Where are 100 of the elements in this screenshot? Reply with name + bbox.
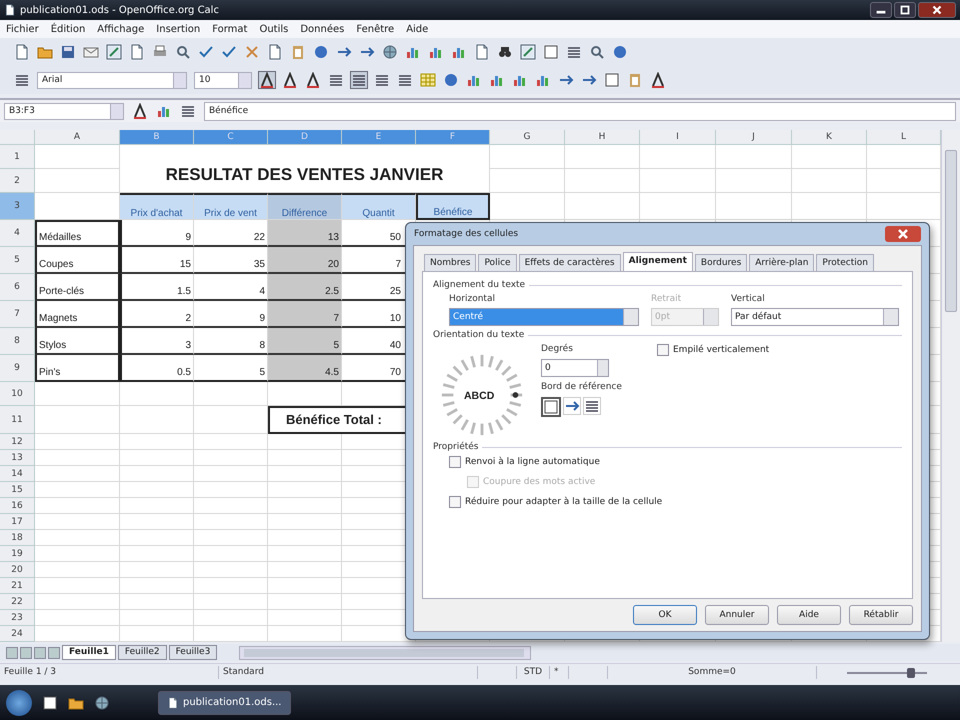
empty-cell[interactable] [268,514,342,530]
menu-item[interactable]: Outils [259,24,288,34]
dialog-tab[interactable]: Arrière-plan [749,254,814,271]
checkbox-label[interactable]: Empilé verticalement [673,345,770,355]
empty-cell[interactable] [268,466,342,482]
row-header[interactable]: 6 [0,274,35,301]
empty-cell[interactable] [792,193,867,220]
ok-button[interactable]: OK [633,605,697,625]
sheet-tab[interactable]: Feuille3 [168,645,218,660]
empty-cell[interactable] [490,169,565,193]
row-header[interactable]: 21 [0,578,35,594]
checkbox[interactable] [449,456,461,468]
column-header[interactable]: I [640,130,716,145]
empty-cell[interactable] [120,450,194,466]
empty-cell[interactable] [194,434,268,450]
row-header[interactable]: 9 [0,355,35,382]
row-header[interactable]: 4 [0,220,35,247]
menu-item[interactable]: Fenêtre [356,24,394,34]
menu-item[interactable]: Fichier [6,24,39,34]
checkbox[interactable] [449,496,461,508]
empty-cell[interactable] [268,498,342,514]
empty-cell[interactable] [194,514,268,530]
sheet-tab[interactable]: Feuille1 [62,645,116,660]
empty-cell[interactable] [120,546,194,562]
start-button[interactable] [6,690,32,716]
dialog-button[interactable]: Aide [777,605,841,625]
empty-cell[interactable] [268,610,342,626]
menu-item[interactable]: Données [300,24,344,34]
binoculars-icon[interactable] [497,44,513,60]
empty-cell[interactable] [120,610,194,626]
dialog-tab[interactable]: Police [478,254,517,271]
empty-cell[interactable] [716,193,792,220]
name-box[interactable]: B3:F3 [4,102,124,120]
column-header[interactable]: G [490,130,565,145]
empty-cell[interactable] [194,498,268,514]
empty-cell[interactable] [194,530,268,546]
empty-cell[interactable] [120,626,194,642]
empty-cell[interactable] [490,145,565,169]
sheet-tab[interactable]: Feuille2 [118,645,167,660]
font-size-field[interactable]: 10 [194,72,252,88]
vertical-scrollbar[interactable] [941,130,960,642]
row-header[interactable]: 8 [0,328,35,355]
empty-cell[interactable] [268,450,342,466]
check-icon[interactable] [221,44,237,60]
column-header[interactable]: K [792,130,867,145]
horizontal-scrollbar[interactable] [239,646,532,660]
empty-cell[interactable] [120,514,194,530]
empty-cell[interactable] [640,193,716,220]
column-header[interactable]: J [716,130,792,145]
empty-cell[interactable] [120,406,194,434]
row-header[interactable]: 18 [0,530,35,546]
empty-cell[interactable] [268,382,342,406]
row-header[interactable]: 12 [0,434,35,450]
maximize-icon[interactable] [894,2,916,18]
vertical-dropdown[interactable]: Par défaut [731,308,899,326]
empty-cell[interactable] [120,434,194,450]
dialog-button[interactable]: Annuler [705,605,769,625]
zoom-icon[interactable] [589,44,605,60]
dialog-tab[interactable]: Nombres [424,254,476,271]
empty-cell[interactable] [640,169,716,193]
dialog-button[interactable]: Rétablir [849,605,913,625]
menu-item[interactable]: Format [212,24,248,34]
empty-cell[interactable] [268,434,342,450]
sheet-nav-button[interactable] [34,646,46,658]
column-header[interactable]: L [867,130,941,145]
column-header[interactable]: H [565,130,640,145]
checkbox[interactable] [657,344,669,356]
spellcheck-icon[interactable] [198,44,214,60]
menu-item[interactable]: Aide [406,24,428,34]
dialog-tab[interactable]: Alignement [622,252,693,271]
row-header[interactable]: 5 [0,247,35,274]
empty-cell[interactable] [268,530,342,546]
dialog-tab[interactable]: Effets de caractères [518,254,621,271]
pencil-icon[interactable] [520,44,536,60]
empty-cell[interactable] [194,594,268,610]
empty-cell[interactable] [716,145,792,169]
empty-cell[interactable] [194,450,268,466]
sheet-nav-button[interactable] [20,646,32,658]
document-icon[interactable] [474,44,490,60]
font-name-field[interactable]: Arial [37,72,187,88]
empty-cell[interactable] [194,578,268,594]
empty-cell[interactable] [194,482,268,498]
minimize-icon[interactable] [870,2,892,18]
merge-cells-icon[interactable] [420,72,436,88]
empty-cell[interactable] [120,594,194,610]
row-header[interactable]: 19 [0,546,35,562]
row-header[interactable]: 2 [0,169,35,193]
row-header[interactable]: 3 [0,193,35,220]
empty-cell[interactable] [716,169,792,193]
row-header[interactable]: 14 [0,466,35,482]
empty-cell[interactable] [194,626,268,642]
empty-cell[interactable] [268,594,342,610]
row-header[interactable]: 17 [0,514,35,530]
checkbox-label[interactable]: Réduire pour adapter à la taille de la cellule [465,497,662,507]
close-icon[interactable] [885,226,921,242]
orientation-dial[interactable] [442,354,522,436]
empty-cell[interactable] [565,193,640,220]
select-all-corner[interactable] [0,130,35,145]
empty-cell[interactable] [120,530,194,546]
cut-icon[interactable] [244,44,260,60]
